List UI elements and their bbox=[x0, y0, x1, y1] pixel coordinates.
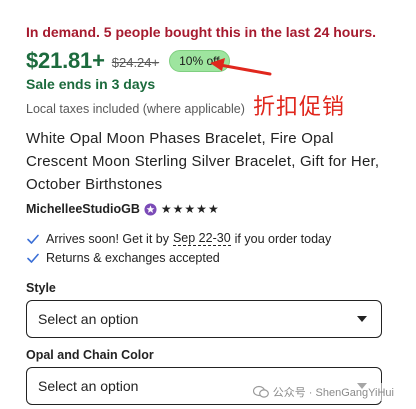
rating-stars: ★★★★★ bbox=[160, 202, 220, 216]
star-seller-icon bbox=[144, 202, 157, 216]
color-label: Opal and Chain Color bbox=[26, 348, 154, 362]
shop-row: MichelleeStudioGB ★★★★★ bbox=[26, 200, 220, 218]
style-select-value: Select an option bbox=[38, 311, 139, 327]
style-label: Style bbox=[26, 281, 56, 295]
color-select-value: Select an option bbox=[38, 378, 139, 394]
listing-title: White Opal Moon Phases Bracelet, Fire Op… bbox=[26, 130, 380, 193]
promo-annotation: 折扣促销 bbox=[253, 95, 346, 120]
check-icon bbox=[27, 253, 39, 263]
annotation-arrow-icon bbox=[210, 58, 272, 76]
demand-notice: In demand. 5 people bought this in the l… bbox=[26, 24, 377, 40]
returns-line: Returns & exchanges accepted bbox=[26, 251, 220, 265]
current-price: $21.81+ bbox=[26, 48, 105, 73]
watermark-text: 公众号 · ShenGangYiHui bbox=[272, 387, 394, 399]
chevron-down-icon bbox=[357, 316, 367, 322]
returns-text: Returns & exchanges accepted bbox=[46, 251, 220, 265]
sale-ends-text: Sale ends in 3 days bbox=[26, 76, 156, 92]
watermark: 公众号 · ShenGangYiHui bbox=[248, 383, 398, 401]
arrival-line: Arrives soon! Get it by Sep 22-30 if you… bbox=[26, 231, 331, 246]
arrival-date-link[interactable]: Sep 22-30 bbox=[172, 231, 231, 246]
wechat-icon bbox=[252, 385, 269, 398]
check-icon bbox=[27, 234, 39, 244]
arrival-suffix: if you order today bbox=[234, 231, 332, 246]
original-price: $24.24+ bbox=[111, 54, 160, 70]
arrival-prefix: Arrives soon! Get it by bbox=[46, 231, 169, 246]
price-row: $21.81+ $24.24+ 10% off bbox=[26, 47, 230, 75]
taxes-note: Local taxes included (where applicable) bbox=[26, 102, 245, 116]
shop-name-link[interactable]: MichelleeStudioGB bbox=[26, 202, 140, 216]
style-select[interactable]: Select an option bbox=[26, 300, 382, 338]
